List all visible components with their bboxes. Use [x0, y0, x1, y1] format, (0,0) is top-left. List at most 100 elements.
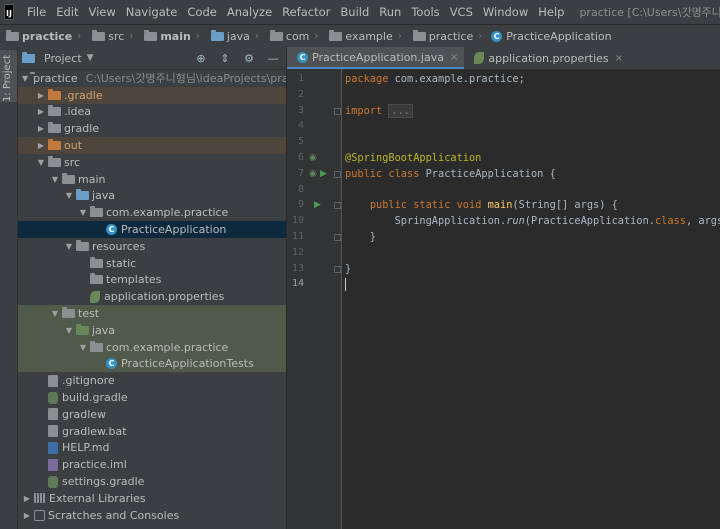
tree-item[interactable]: ▼ java: [18, 321, 286, 339]
collapsed-arrow-icon[interactable]: ▶: [22, 511, 32, 520]
expanded-arrow-icon[interactable]: ▼: [22, 74, 28, 83]
tree-item[interactable]: .gitignore: [18, 372, 286, 389]
fold-toggle[interactable]: [334, 202, 341, 210]
hide-icon[interactable]: —: [266, 52, 280, 65]
tree-item[interactable]: templates: [18, 272, 286, 289]
collapsed-arrow-icon[interactable]: ▶: [36, 91, 46, 100]
line-number: 8: [297, 183, 304, 195]
breadcrumb-item[interactable]: main ›: [138, 29, 205, 43]
line-number: 11: [291, 231, 304, 242]
scratch-icon: [34, 509, 45, 521]
expanded-arrow-icon[interactable]: ▼: [50, 175, 60, 184]
run-icon[interactable]: ▶: [314, 200, 321, 210]
spring-bean-icon[interactable]: ◉: [309, 169, 317, 179]
menu-window[interactable]: Window: [478, 5, 533, 19]
tree-item[interactable]: ▶ External Libraries: [18, 490, 286, 507]
close-icon[interactable]: ×: [450, 52, 458, 63]
code-area[interactable]: package com.example.practice; import ... @…: [345, 69, 720, 529]
tree-item[interactable]: practice.iml: [18, 456, 286, 473]
menu-code[interactable]: Code: [182, 5, 221, 19]
breadcrumb-label: java: [226, 29, 250, 43]
breadcrumb-item[interactable]: C PracticeApplication: [487, 30, 612, 43]
menu-build[interactable]: Build: [335, 5, 374, 19]
expanded-arrow-icon[interactable]: ▼: [64, 326, 74, 335]
tree-item[interactable]: ▶ gradle: [18, 120, 286, 137]
folder-icon: [48, 122, 61, 134]
menu-tools[interactable]: Tools: [406, 5, 444, 19]
tree-item[interactable]: ▶ Scratches and Consoles: [18, 507, 286, 524]
code-token: , args);: [685, 215, 720, 228]
class-icon: C: [491, 30, 503, 42]
chevron-down-icon[interactable]: ▼: [87, 53, 94, 63]
breadcrumb-item[interactable]: example ›: [323, 29, 406, 43]
collapsed-arrow-icon[interactable]: ▶: [36, 124, 46, 133]
fold-toggle[interactable]: [334, 170, 341, 178]
tree-item[interactable]: static: [18, 255, 286, 272]
spring-bean-icon[interactable]: ◉: [309, 153, 317, 163]
expanded-arrow-icon[interactable]: ▼: [50, 309, 60, 318]
tree-item[interactable]: build.gradle: [18, 389, 286, 406]
tree-item[interactable]: application.properties: [18, 288, 286, 305]
fold-toggle[interactable]: [334, 107, 341, 115]
editor-tab[interactable]: application.properties ×: [464, 47, 629, 69]
tree-item[interactable]: ▶ .idea: [18, 104, 286, 121]
menu-refactor[interactable]: Refactor: [277, 5, 335, 19]
editor-gutter[interactable]: 1 2 3 4 5 6 7 8 9 10 11 12 13 14 ◉ ◉ ▶ ▶: [287, 69, 342, 529]
tree-item[interactable]: ▼ com.example.practice: [18, 204, 286, 221]
tree-item[interactable]: ▼ src: [18, 154, 286, 171]
tree-item[interactable]: ▼ practice C:\Users\갓명주니형님\ideaProjects\pr…: [18, 70, 286, 87]
folder-icon: [90, 340, 103, 352]
tree-item-label: gradlew.bat: [62, 424, 127, 438]
gear-icon[interactable]: ⚙: [242, 52, 256, 65]
close-icon[interactable]: ×: [615, 53, 623, 64]
menu-run[interactable]: Run: [374, 5, 406, 19]
tree-item[interactable]: ▼ resources: [18, 238, 286, 255]
code-token: ...: [388, 103, 414, 118]
expanded-arrow-icon[interactable]: ▼: [64, 242, 74, 251]
menu-edit[interactable]: Edit: [51, 5, 83, 19]
tree-item[interactable]: ▼ java: [18, 188, 286, 205]
project-tool-window-tab[interactable]: 1: Project: [0, 50, 17, 102]
tree-item[interactable]: ▼ main: [18, 171, 286, 188]
collapsed-arrow-icon[interactable]: ▶: [22, 494, 32, 503]
tree-item[interactable]: C PracticeApplicationTests: [18, 355, 286, 373]
collapsed-arrow-icon[interactable]: ▶: [36, 107, 46, 116]
breadcrumb-item[interactable]: com ›: [264, 29, 324, 43]
breadcrumb-item[interactable]: practice ›: [0, 29, 86, 43]
intellij-logo-icon[interactable]: IJ: [4, 4, 14, 20]
window-title: practice [C:\Users\갓명주니형님\ideaProjects\p…: [579, 6, 720, 19]
collapsed-arrow-icon[interactable]: ▶: [36, 141, 46, 150]
tree-item[interactable]: gradlew: [18, 406, 286, 423]
tree-item[interactable]: C PracticeApplication: [18, 221, 286, 238]
tree-item[interactable]: ▶ .gradle: [18, 86, 286, 104]
tree-item[interactable]: ▼ test: [18, 305, 286, 322]
expanded-arrow-icon[interactable]: ▼: [36, 158, 46, 167]
tree-item[interactable]: settings.gradle: [18, 473, 286, 490]
breadcrumb-item[interactable]: src ›: [86, 29, 138, 43]
target-icon[interactable]: ⊕: [194, 52, 208, 65]
editor-tab[interactable]: C PracticeApplication.java ×: [287, 47, 465, 69]
run-icon[interactable]: ▶: [320, 169, 327, 179]
project-view-selector[interactable]: Project: [44, 52, 82, 65]
expanded-arrow-icon[interactable]: ▼: [78, 343, 88, 352]
fold-toggle[interactable]: [334, 234, 341, 241]
code-token: }: [345, 231, 376, 243]
menu-navigate[interactable]: Navigate: [121, 5, 183, 19]
tree-item[interactable]: gradlew.bat: [18, 423, 286, 440]
breadcrumb-label: practice: [428, 29, 474, 43]
menu-analyze[interactable]: Analyze: [222, 5, 277, 19]
collapse-icon[interactable]: ⇕: [218, 52, 232, 65]
breadcrumb-item[interactable]: java ›: [205, 29, 264, 43]
expanded-arrow-icon[interactable]: ▼: [78, 208, 88, 217]
menu-vcs[interactable]: VCS: [445, 5, 478, 19]
menu-view[interactable]: View: [83, 5, 120, 19]
tree-item[interactable]: ▶ out: [18, 137, 286, 154]
fold-toggle[interactable]: [334, 265, 341, 273]
menu-help[interactable]: Help: [533, 5, 569, 19]
tree-item[interactable]: HELP.md: [18, 440, 286, 457]
breadcrumb-item[interactable]: practice ›: [407, 29, 487, 43]
menu-file[interactable]: File: [22, 5, 51, 19]
expanded-arrow-icon[interactable]: ▼: [64, 191, 74, 200]
tree-item[interactable]: ▼ com.example.practice: [18, 338, 286, 356]
tree-item-label: HELP.md: [62, 441, 110, 455]
